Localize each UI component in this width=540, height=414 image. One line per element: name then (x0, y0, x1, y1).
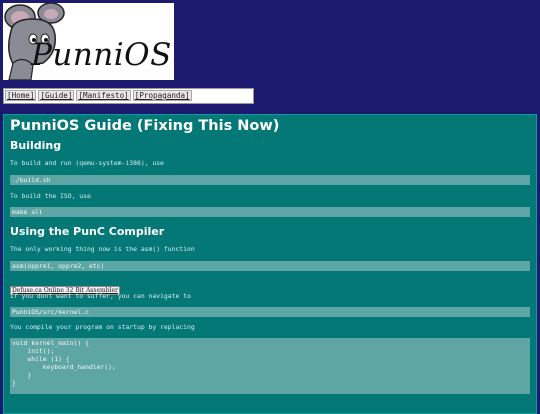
page-title: PunniOS Guide (Fixing This Now) (10, 118, 280, 134)
logo-text: PunniOS (31, 37, 172, 73)
build-iso-code: make all (10, 207, 530, 217)
build-run-text: To build and run (qemu-system-i386), use (10, 159, 164, 167)
guide-content: PunniOS Guide (Fixing This Now) Building… (3, 114, 537, 414)
building-heading: Building (10, 139, 62, 152)
nav-propaganda-link[interactable]: [Propaganda] (132, 90, 192, 101)
kernel-main-code: void kernel_main() { init(); while (1) {… (10, 338, 530, 394)
punc-heading: Using the PunC Compiler (10, 225, 165, 238)
build-iso-text: To build the ISO, use (10, 192, 91, 200)
navigate-text: If you dont want to suffer, you can navi… (10, 292, 191, 300)
nav-home-link[interactable]: [Home] (5, 90, 37, 101)
compile-text: You compile your program on startup by r… (10, 323, 195, 331)
asm-text: The only working thing now is the asm() … (10, 245, 195, 253)
kernel-path-code: PunniOS/src/kernel.c (10, 307, 530, 317)
nav-manifesto-link[interactable]: [Manifesto] (76, 90, 131, 101)
asm-code: asm(oppre1, oppre2, etc) (10, 261, 530, 271)
nav-bar: [Home] [Guide] [Manifesto] [Propaganda] (3, 88, 254, 104)
logo: PunniOS (3, 3, 174, 80)
build-run-code: ./build.sh (10, 175, 530, 185)
nav-guide-link[interactable]: [Guide] (38, 90, 75, 101)
